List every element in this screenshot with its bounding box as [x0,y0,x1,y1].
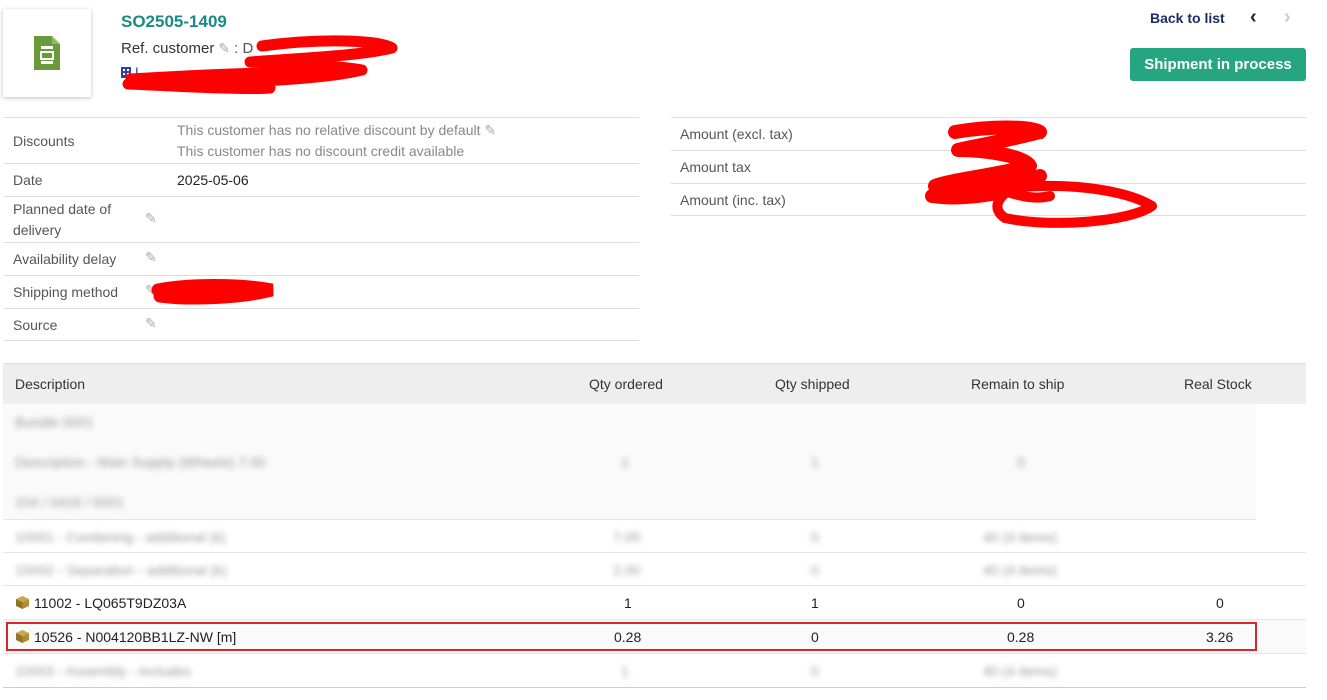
amount-ht-label: Amount (excl. tax) [680,126,793,142]
line-qty-ordered: 1 [624,595,632,611]
line-remain: 40 (4 items) [983,529,1057,545]
next-record-icon[interactable]: › [1284,6,1291,29]
thirdparty-name: L [135,64,143,80]
line-desc: 104 / 0416 / 0001 [15,494,124,510]
ref-customer: Ref. customer ✎ : D [121,40,253,57]
line-qty-shipped: 0 [811,663,819,679]
date-row: Date 2025-05-06 [3,163,639,196]
col-qty-ordered: Qty ordered [589,376,663,392]
line-qty-shipped: 1 [811,454,819,470]
status-badge: Shipment in process [1130,48,1306,81]
table-row[interactable]: 10003 - Assembly - Includes 1 0 40 (4 it… [3,654,1306,688]
table-header: Description Qty ordered Qty shipped Rema… [3,363,1306,404]
line-qty-ordered: 1 [621,663,629,679]
planned-label-1: Planned date of [13,201,112,217]
thirdparty-link[interactable]: L [121,64,143,80]
ref-customer-value: : D [234,40,254,57]
line-qty-ordered: 1 [621,454,629,470]
line-qty-shipped: 0 [811,562,819,578]
line-qty-ordered: 2.00 [613,562,641,578]
line-desc: Description - Main Supply (Wheels) 7.00 [15,454,266,470]
col-description: Description [15,376,86,392]
line-remain: 0 [1017,595,1025,611]
amount-ttc-row: Amount (inc. tax) [671,183,1306,216]
col-real-stock: Real Stock [1184,376,1252,392]
amount-ht-value: r [1041,126,1046,142]
discounts-row: Discounts This customer has no relative … [3,117,639,163]
line-remain: 40 (4 items) [983,562,1057,578]
planned-delivery-row: Planned date of delivery ✎ [3,196,639,242]
date-value: 2025-05-06 [177,172,249,188]
edit-pencil-icon[interactable]: ✎ [145,249,157,266]
line-remain: 0 [1017,454,1025,470]
order-info-right: Amount (excl. tax) r Amount tax Amount (… [671,117,1306,216]
date-label: Date [13,172,43,188]
availability-label: Availability delay [13,251,117,267]
order-ref: SO2505-1409 [121,12,227,31]
source-row: Source ✎ [3,308,639,341]
edit-pencil-icon[interactable]: ✎ [145,282,157,299]
back-to-list-link[interactable]: Back to list [1150,10,1225,26]
table-row[interactable]: 11002 - LQ065T9DZ03A 1 1 0 0 [3,586,1306,620]
availability-row: Availability delay ✎ [3,242,639,275]
planned-label-2: delivery [13,222,62,238]
line-desc: Bundle 0001 [15,414,94,430]
edit-pencil-icon[interactable]: ✎ [145,315,157,332]
product-box-icon [16,596,29,609]
line-real-stock: 0 [1216,595,1224,611]
line-qty-ordered: 7.00 [613,529,641,545]
amount-ht-row: Amount (excl. tax) r [671,117,1306,150]
table-row[interactable]: 10001 - Combining - additional (k) 7.00 … [3,520,1306,553]
highlight-box [6,622,1257,651]
col-qty-shipped: Qty shipped [775,376,850,392]
edit-pencil-icon[interactable]: ✎ [484,120,496,140]
previous-record-icon[interactable]: ‹ [1250,6,1257,29]
amount-ttc-label: Amount (inc. tax) [680,192,786,208]
line-desc: 10003 - Assembly - Includes [15,663,191,679]
amount-tax-label: Amount tax [680,159,751,175]
shipping-method-row: Shipping method ✎ [3,275,639,308]
line-desc: 10002 - Separation - additional (k) [15,562,227,578]
line-qty-shipped: 1 [811,595,819,611]
order-document-icon [3,9,91,97]
line-remain: 40 (4 items) [983,663,1057,679]
table-row[interactable]: Bundle 0001 Description - Main Supply (W… [3,404,1256,520]
discount-line2: This customer has no discount credit ava… [177,143,465,159]
line-qty-shipped: 0 [811,529,819,545]
edit-pencil-icon[interactable]: ✎ [218,40,230,57]
discounts-label: Discounts [13,133,75,149]
amount-tax-row: Amount tax [671,150,1306,183]
line-desc: 10001 - Combining - additional (k) [15,529,226,545]
edit-pencil-icon[interactable]: ✎ [145,210,157,227]
table-row[interactable]: 10002 - Separation - additional (k) 2.00… [3,553,1306,586]
building-icon [121,66,131,78]
source-label: Source [13,317,58,333]
shipping-label: Shipping method [13,284,119,300]
order-info-left: Discounts This customer has no relative … [3,117,639,341]
discount-line1: This customer has no relative discount b… [177,120,497,140]
line-desc[interactable]: 11002 - LQ065T9DZ03A [15,595,186,611]
col-remain-to-ship: Remain to ship [971,376,1065,392]
ref-customer-label: Ref. customer [121,40,215,57]
